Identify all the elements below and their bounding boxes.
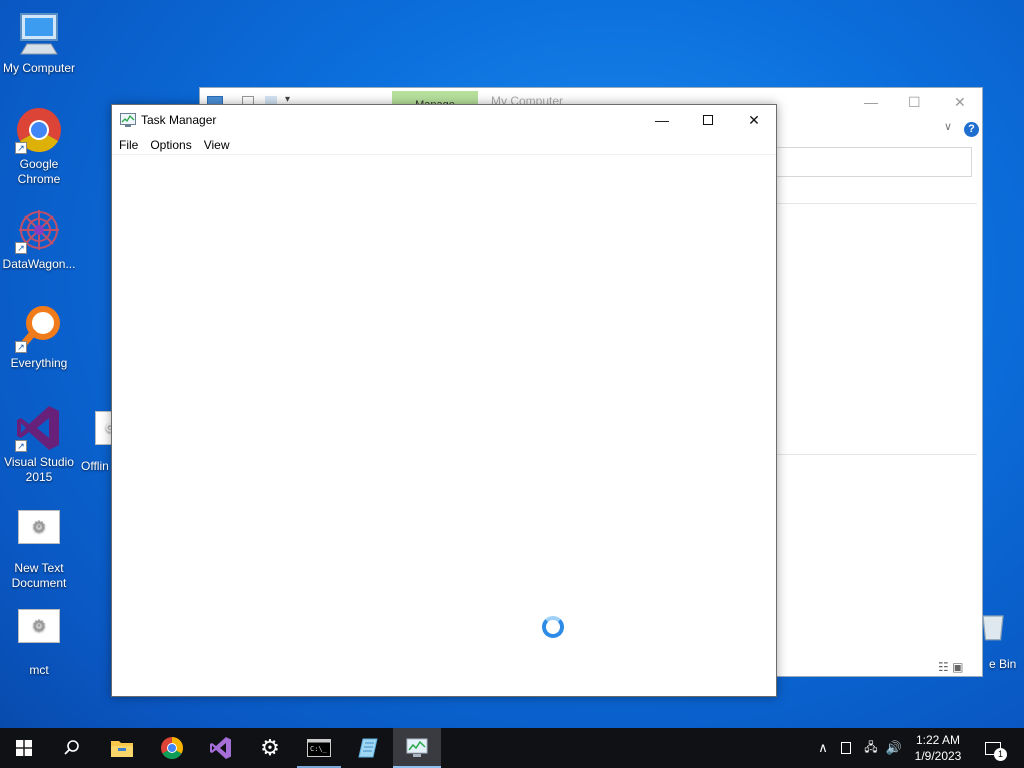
close-icon[interactable]: ✕ [954, 94, 966, 111]
windows-logo-icon [16, 740, 32, 756]
menu-bar: File Options View [112, 135, 776, 155]
desktop-icon-label: New Text Document [11, 561, 67, 590]
large-icons-view-icon[interactable]: ▣ [952, 660, 963, 674]
help-icon[interactable]: ? [964, 122, 979, 137]
network-icon: 🖧 [864, 739, 878, 754]
show-hidden-icons[interactable]: ∧ [812, 728, 834, 768]
task-manager-icon [120, 113, 136, 127]
desktop-icon-everything[interactable]: ↗ Everything [0, 305, 78, 371]
close-button[interactable]: ✕ [731, 105, 777, 135]
divider [777, 203, 977, 204]
clock-date: 1/9/2023 [914, 749, 962, 763]
taskbar-chrome[interactable] [148, 728, 196, 768]
chrome-icon: ↗ [15, 106, 63, 154]
menu-view[interactable]: View [204, 135, 238, 154]
start-button[interactable] [0, 728, 48, 768]
desktop-icon-datawagon[interactable]: ↗ DataWagon... [0, 206, 78, 272]
task-manager-window[interactable]: Task Manager — ✕ File Options View [111, 104, 777, 697]
divider [777, 454, 977, 455]
svg-text:C:\_: C:\_ [310, 745, 328, 753]
loading-spinner-icon [542, 616, 564, 638]
desktop-icon-label: DataWagon... [2, 257, 76, 271]
minimize-button[interactable]: — [639, 105, 685, 135]
taskbar: ⚙ C:\_ ∧ 🖧 🔊 1:22 AM 1/9/2023 1 [0, 728, 1024, 768]
taskbar-visual-studio[interactable] [197, 728, 245, 768]
notification-badge: 1 [994, 747, 1007, 761]
shortcut-arrow-icon: ↗ [15, 341, 27, 353]
notifications-icon: 1 [985, 741, 1007, 761]
taskbar-file-explorer[interactable] [98, 728, 146, 768]
desktop-icon-label: Google Chrome [17, 157, 61, 186]
clock-time: 1:22 AM [915, 733, 961, 747]
settings-document-icon: ⚙ [78, 411, 112, 459]
tablet-icon [841, 742, 851, 754]
desktop-icon-label: My Computer [2, 61, 76, 75]
action-center[interactable]: 1 [980, 728, 1007, 768]
search-button[interactable] [48, 728, 96, 768]
maximize-icon [703, 115, 713, 125]
close-icon: ✕ [748, 111, 760, 128]
search-icon [64, 740, 79, 755]
visual-studio-icon: ↗ [15, 404, 63, 452]
shortcut-arrow-icon: ↗ [15, 242, 27, 254]
title-bar[interactable]: Task Manager — ✕ [112, 105, 776, 135]
minimize-icon: — [655, 112, 669, 128]
network-tray[interactable]: 🖧 [860, 728, 882, 768]
tray-app[interactable] [836, 728, 856, 768]
task-manager-icon [406, 738, 428, 757]
window-title: Task Manager [141, 113, 217, 127]
taskbar-settings[interactable]: ⚙ [246, 728, 294, 768]
chrome-icon [161, 737, 183, 759]
maximize-icon[interactable]: ☐ [908, 94, 921, 111]
desktop-icon-label: Visual Studio 2015 [4, 455, 74, 484]
search-input[interactable]: er [760, 147, 972, 177]
desktop-icon-visual-studio[interactable]: ↗ Visual Studio 2015 [0, 404, 78, 485]
taskbar-notepad[interactable] [344, 728, 392, 768]
notepad-icon [358, 738, 378, 758]
minimize-icon[interactable]: — [864, 94, 878, 110]
desktop-icon-label: Offlin [81, 459, 109, 473]
terminal-icon: C:\_ [307, 739, 331, 757]
desktop-icon-new-text-document[interactable]: ⚙ New Text Document [0, 503, 78, 591]
taskbar-task-manager[interactable] [393, 728, 441, 768]
desktop-icon-offline[interactable]: ⚙ Offlin [78, 404, 112, 474]
menu-options[interactable]: Options [150, 135, 199, 154]
gear-icon: ⚙ [260, 735, 280, 760]
text-document-icon: ⚙ [15, 510, 63, 558]
desktop-icon-my-computer[interactable]: My Computer [0, 10, 78, 76]
desktop-icon-label: Everything [10, 356, 68, 370]
visual-studio-icon [210, 737, 231, 759]
chevron-down-icon[interactable]: ∨ [944, 120, 952, 133]
shortcut-arrow-icon: ↗ [15, 142, 27, 154]
menu-file[interactable]: File [119, 135, 146, 154]
shortcut-arrow-icon: ↗ [15, 440, 27, 452]
computer-icon [15, 10, 63, 58]
details-view-icon[interactable]: ☷ [938, 660, 949, 674]
clock[interactable]: 1:22 AM 1/9/2023 [900, 732, 976, 764]
mct-document-icon: ⚙ [15, 609, 63, 657]
datawagon-icon: ↗ [15, 206, 63, 254]
chevron-up-icon: ∧ [818, 740, 828, 755]
magnifier-icon: ↗ [15, 305, 63, 353]
desktop-icon-label: mct [29, 663, 49, 677]
maximize-button[interactable] [685, 105, 731, 135]
desktop-icon-google-chrome[interactable]: ↗ Google Chrome [0, 106, 78, 187]
folder-icon [111, 741, 133, 757]
taskbar-command-prompt[interactable]: C:\_ [295, 728, 343, 768]
view-mode-icons[interactable]: ☷ ▣ [938, 660, 963, 674]
desktop-icon-mct[interactable]: ⚙ mct [0, 602, 78, 678]
desktop-icon-label: e Bin [989, 657, 1017, 671]
